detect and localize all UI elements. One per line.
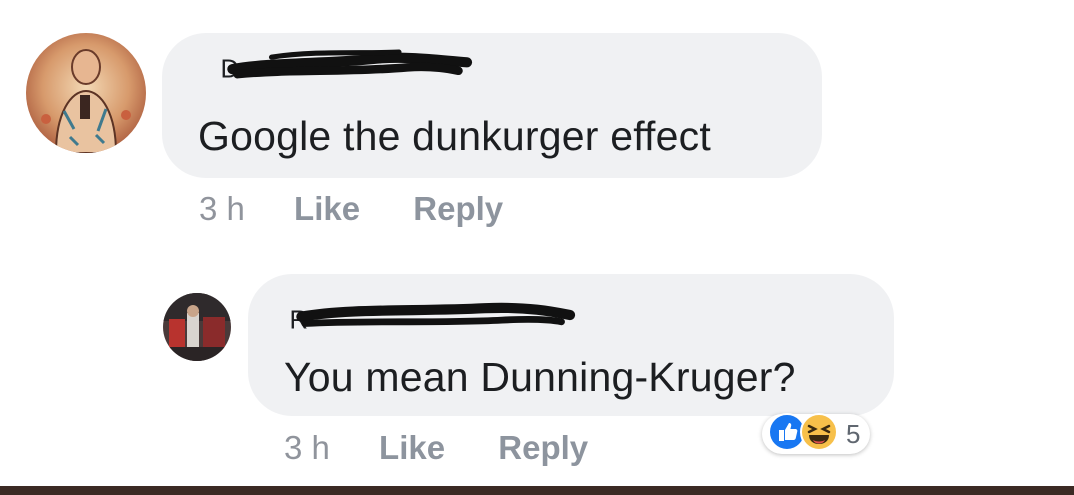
haha-icon	[800, 412, 838, 456]
reply-bubble: R You mean Dunning-Kruger?	[248, 274, 894, 416]
comment-timestamp: 3 h	[199, 190, 245, 227]
like-link[interactable]: Like	[379, 429, 445, 466]
reply-timestamp: 3 h	[284, 429, 330, 466]
commenter-avatar[interactable]	[26, 33, 146, 153]
reaction-summary[interactable]: 5	[762, 412, 871, 456]
replier-avatar[interactable]	[163, 293, 231, 361]
reply-link[interactable]: Reply	[498, 429, 588, 466]
comment-actions: 3 h Like Reply	[199, 190, 503, 228]
bottom-edge-bar	[0, 486, 1074, 495]
reply-actions: 3 h Like Reply	[284, 429, 588, 467]
redacted-author-name: D	[221, 49, 473, 81]
reply-link[interactable]: Reply	[413, 190, 503, 227]
comment-bubble: D Google the dunkurger effect	[162, 33, 822, 178]
reply-text: You mean Dunning-Kruger?	[284, 354, 796, 400]
redacted-author-name: R	[290, 302, 576, 332]
like-link[interactable]: Like	[294, 190, 360, 227]
comment-text: Google the dunkurger effect	[198, 113, 711, 159]
reaction-count: 5	[846, 418, 861, 449]
